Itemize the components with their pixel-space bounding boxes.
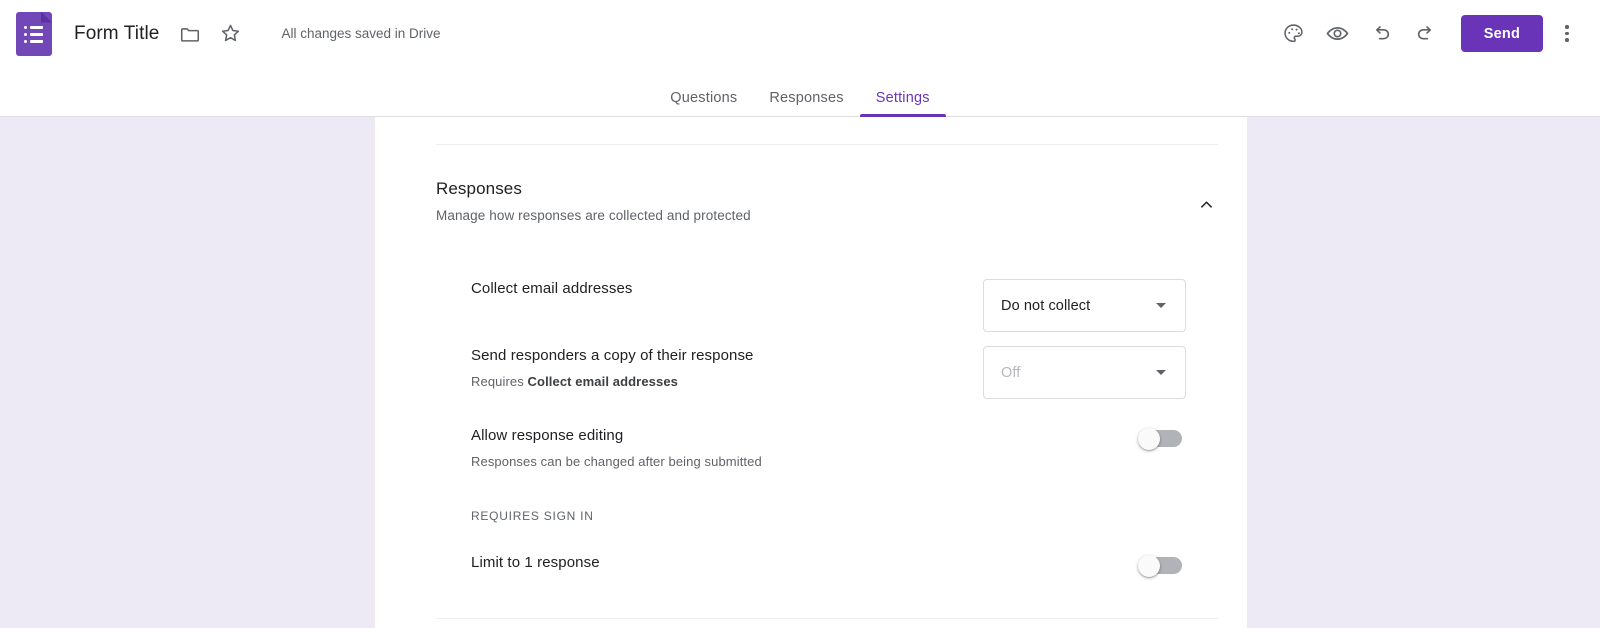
setting-row-collect-email: Collect email addresses Do not collect — [471, 279, 1186, 332]
setting-label-limit-response: Limit to 1 response — [471, 554, 600, 571]
star-icon[interactable] — [213, 17, 247, 51]
setting-sub-allow-editing: Responses can be changed after being sub… — [471, 454, 762, 469]
allow-editing-toggle[interactable] — [1138, 428, 1182, 450]
setting-control: Do not collect — [981, 279, 1186, 332]
send-copy-value: Off — [1001, 364, 1021, 381]
tab-responses[interactable]: Responses — [753, 90, 859, 117]
setting-control — [981, 553, 1186, 577]
section-title: Responses — [436, 179, 522, 198]
responses-section-header: Responses Manage how responses are colle… — [436, 179, 1218, 223]
limit-response-toggle[interactable] — [1138, 555, 1182, 577]
setting-text: Send responders a copy of their response… — [471, 346, 981, 390]
setting-group-requires-sign-in: REQUIRES SIGN IN — [471, 509, 1186, 523]
setting-row-allow-editing: Allow response editing Responses can be … — [471, 426, 1186, 470]
divider-bottom — [436, 618, 1218, 619]
header-toolbar: Form Title All changes saved in Drive Se… — [0, 0, 1600, 67]
section-subtitle: Manage how responses are collected and p… — [436, 208, 751, 223]
chevron-up-icon[interactable] — [1191, 189, 1221, 219]
toggle-knob — [1138, 555, 1160, 577]
setting-sub-send-copy: Requires Collect email addresses — [471, 373, 961, 390]
settings-card: Responses Manage how responses are colle… — [375, 117, 1247, 628]
save-status: All changes saved in Drive — [281, 26, 441, 41]
toggle-knob — [1138, 428, 1160, 450]
eye-icon[interactable] — [1316, 12, 1360, 56]
form-title[interactable]: Form Title — [74, 23, 159, 45]
chevron-down-icon — [1156, 303, 1166, 308]
setting-control: Off — [981, 346, 1186, 399]
collect-email-value: Do not collect — [1001, 297, 1091, 314]
header-actions: Send — [1272, 12, 1600, 56]
setting-label-collect-email: Collect email addresses — [471, 280, 633, 297]
tab-settings[interactable]: Settings — [859, 90, 946, 117]
setting-text: Limit to 1 response — [471, 553, 981, 573]
redo-icon[interactable] — [1404, 12, 1448, 56]
send-copy-dropdown[interactable]: Off — [983, 346, 1186, 399]
divider-top — [436, 144, 1218, 145]
group-label-requires-sign-in: REQUIRES SIGN IN — [471, 509, 594, 523]
requires-bold: Collect email addresses — [527, 374, 678, 389]
setting-text: Collect email addresses — [471, 279, 981, 299]
setting-label-send-copy: Send responders a copy of their response — [471, 347, 754, 364]
setting-control — [981, 426, 1186, 450]
requires-prefix: Requires — [471, 374, 528, 389]
tab-questions[interactable]: Questions — [654, 90, 753, 117]
send-button[interactable]: Send — [1460, 15, 1543, 52]
collect-email-dropdown[interactable]: Do not collect — [983, 279, 1186, 332]
more-vertical-icon[interactable] — [1547, 14, 1587, 54]
setting-text: Allow response editing Responses can be … — [471, 426, 981, 470]
undo-icon[interactable] — [1360, 12, 1404, 56]
forms-logo-icon[interactable] — [16, 11, 52, 56]
setting-text: REQUIRES SIGN IN — [471, 509, 1186, 523]
setting-row-send-copy: Send responders a copy of their response… — [471, 346, 1186, 399]
app-header: Form Title All changes saved in Drive Se… — [0, 0, 1600, 117]
chevron-down-icon — [1156, 370, 1166, 375]
folder-icon[interactable] — [173, 17, 207, 51]
tab-strip: Questions Responses Settings — [0, 67, 1600, 117]
palette-icon[interactable] — [1272, 12, 1316, 56]
setting-row-limit-response: Limit to 1 response — [471, 553, 1186, 577]
setting-label-allow-editing: Allow response editing — [471, 427, 624, 444]
